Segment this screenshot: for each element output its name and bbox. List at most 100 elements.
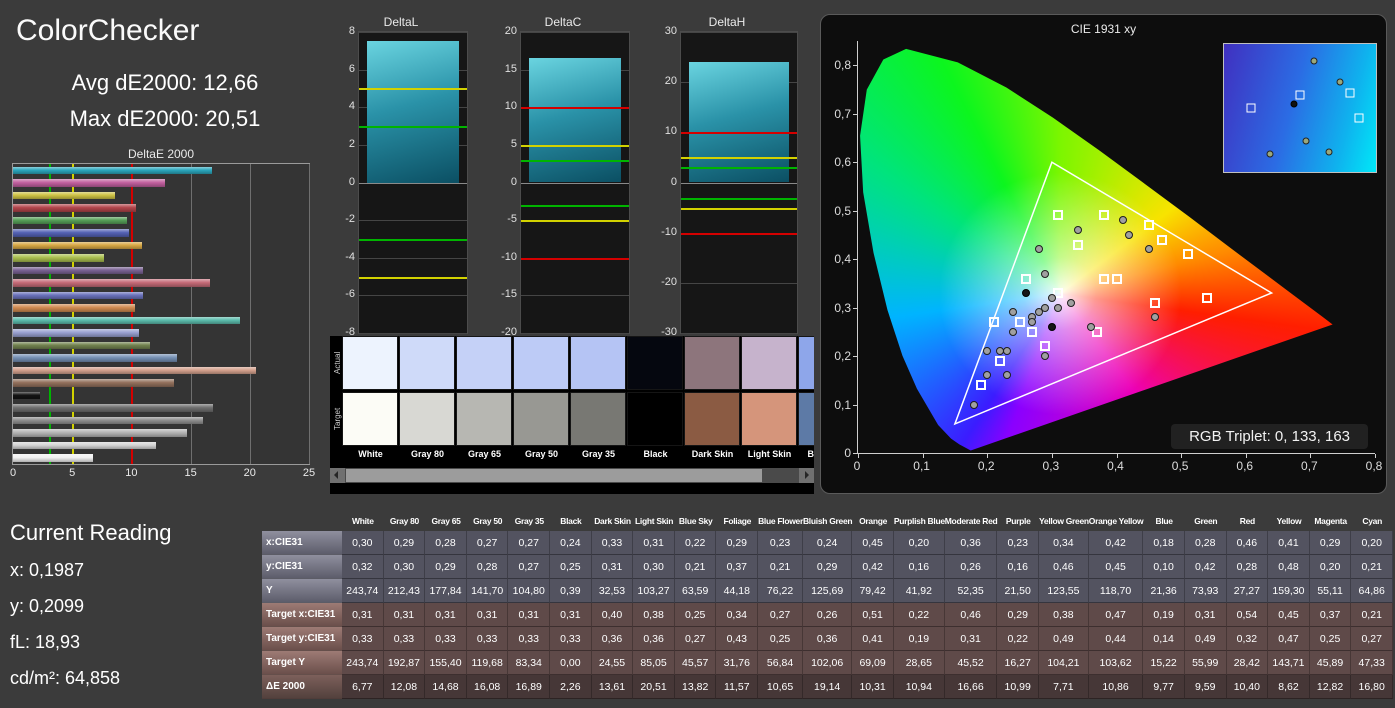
swatch-target-cell[interactable] bbox=[513, 392, 569, 446]
swatch-actual-cell[interactable] bbox=[513, 336, 569, 390]
cie-y-tick-label: 0,7 bbox=[834, 106, 851, 121]
reference-line bbox=[359, 276, 467, 279]
table-cell: 12,08 bbox=[383, 675, 426, 699]
tick-mark bbox=[853, 113, 857, 115]
table-cell: 0,27 bbox=[758, 603, 803, 627]
cie-y-tick-label: 0,1 bbox=[834, 397, 851, 412]
swatch-target-cell[interactable] bbox=[456, 392, 512, 446]
gridline bbox=[359, 32, 467, 33]
current-reading-panel: Current Reading x: 0,1987 y: 0,2099 fL: … bbox=[10, 520, 171, 704]
table-cell: 13,61 bbox=[591, 675, 634, 699]
deltah-chart: DeltaH 30 20 10 0 -10 -20 -30 bbox=[652, 14, 802, 338]
gridline bbox=[521, 333, 629, 334]
deltae2000-title: DeltaE 2000 bbox=[127, 147, 195, 161]
swatch-target-cell[interactable] bbox=[342, 392, 398, 446]
table-cell: 0,29 bbox=[716, 531, 759, 555]
swatch-target-cell[interactable] bbox=[399, 392, 455, 446]
reference-line bbox=[681, 132, 797, 135]
table-cell: 0,33 bbox=[342, 627, 384, 651]
table-header-cell: Blue bbox=[1155, 516, 1174, 526]
table-cell: 0,33 bbox=[425, 627, 467, 651]
cie-y-tick-label: 0,4 bbox=[834, 252, 851, 267]
table-cell: 192,87 bbox=[383, 651, 426, 675]
scroll-thumb[interactable] bbox=[346, 469, 762, 482]
table-cell: 10,94 bbox=[893, 675, 945, 699]
swatch-target-cell[interactable] bbox=[741, 392, 797, 446]
deltae-bar bbox=[13, 341, 150, 349]
swatch-actual-cell[interactable] bbox=[627, 336, 683, 390]
deltae-bar bbox=[13, 391, 40, 399]
scroll-right-arrow-icon[interactable] bbox=[799, 468, 814, 483]
colorchecker-window: ColorChecker Avg dE2000: 12,66 Max dE200… bbox=[0, 0, 1395, 708]
cie-target-marker bbox=[988, 317, 999, 328]
table-cell: 0,46 bbox=[944, 603, 998, 627]
swatch-target-cell[interactable] bbox=[570, 392, 626, 446]
table-header-cell: Purple bbox=[1005, 516, 1031, 526]
table-cell: 11,57 bbox=[716, 675, 759, 699]
table-cell: 0,20 bbox=[1351, 531, 1393, 555]
scroll-left-arrow-icon[interactable] bbox=[330, 468, 345, 483]
table-cell: 16,08 bbox=[466, 675, 509, 699]
swatch-target-cell[interactable] bbox=[627, 392, 683, 446]
table-cell: 73,93 bbox=[1184, 579, 1227, 603]
table-cell: 27,27 bbox=[1226, 579, 1269, 603]
reading-cdm2: cd/m²: 64,858 bbox=[10, 668, 121, 688]
swatch-name-label: Gray 50 bbox=[524, 449, 559, 459]
cie-x-tick-label: 0,7 bbox=[1301, 459, 1318, 473]
reference-line bbox=[681, 232, 797, 235]
reference-line bbox=[521, 220, 629, 223]
table-cell: 0,28 bbox=[425, 531, 467, 555]
y-tick-label: -20 bbox=[661, 275, 677, 288]
cie-y-tick-label: 0,3 bbox=[834, 300, 851, 315]
swatch-actual-cell[interactable] bbox=[798, 336, 814, 390]
swatch-actual-cell[interactable] bbox=[684, 336, 740, 390]
y-tick-label: 20 bbox=[664, 75, 677, 88]
swatch-actual-cell[interactable] bbox=[456, 336, 512, 390]
table-cell: 104,21 bbox=[1039, 651, 1089, 675]
tick-mark bbox=[853, 356, 857, 358]
reference-line bbox=[681, 207, 797, 210]
swatch-target-cell[interactable] bbox=[798, 392, 814, 446]
table-cell: 10,65 bbox=[758, 675, 803, 699]
table-header-cell: Green bbox=[1194, 516, 1218, 526]
cie-x-tick-label: 0,1 bbox=[913, 459, 930, 473]
table-cell: 32,53 bbox=[591, 579, 634, 603]
table-cell: 0,33 bbox=[550, 627, 592, 651]
swatch-scrollbar[interactable] bbox=[330, 468, 814, 483]
table-cell: 10,86 bbox=[1088, 675, 1144, 699]
table-cell: 0,25 bbox=[674, 603, 717, 627]
table-cell: 0,27 bbox=[466, 531, 509, 555]
table-header-cell: Orange Yellow bbox=[1088, 516, 1144, 526]
cie-y-tick-label: 0,2 bbox=[834, 349, 851, 364]
swatch-actual-cell[interactable] bbox=[342, 336, 398, 390]
swatch-name-row: White Gray 80 Gray 65 Gray 50 Gray 35 Black Da… bbox=[342, 449, 814, 463]
table-cell: 0,31 bbox=[1184, 603, 1227, 627]
table-cell: 0,21 bbox=[674, 555, 717, 579]
swatch-actual-cell[interactable] bbox=[570, 336, 626, 390]
gridline bbox=[359, 220, 467, 222]
table-cell: 0,36 bbox=[591, 627, 634, 651]
reading-fl: fL: 18,93 bbox=[10, 632, 81, 652]
deltah-plot-area bbox=[680, 31, 798, 334]
swatch-actual-cell[interactable] bbox=[741, 336, 797, 390]
table-cell: 0,37 bbox=[1309, 603, 1352, 627]
swatch-actual-cell[interactable] bbox=[399, 336, 455, 390]
table-cell: 243,74 bbox=[342, 651, 384, 675]
table-cell: 0,45 bbox=[1088, 555, 1144, 579]
table-cell: 24,55 bbox=[591, 651, 634, 675]
table-cell: 212,43 bbox=[383, 579, 426, 603]
deltah-y-axis: 30 20 10 0 -10 -20 -30 bbox=[652, 14, 680, 338]
tick-mark bbox=[1116, 454, 1118, 458]
cie-measured-marker bbox=[1009, 308, 1018, 317]
y-tick-label: -5 bbox=[507, 213, 517, 226]
gridline bbox=[681, 282, 797, 284]
table-header-cell: Purplish Blue bbox=[893, 516, 945, 526]
table-cell: 0,33 bbox=[508, 627, 551, 651]
deltae2000-plot-area bbox=[12, 163, 310, 465]
inset-circle-marker bbox=[1325, 148, 1333, 156]
inset-circle-marker bbox=[1336, 78, 1344, 86]
inset-square-marker bbox=[1345, 88, 1355, 98]
table-header-cell: Moderate Red bbox=[944, 516, 998, 526]
swatch-target-cell[interactable] bbox=[684, 392, 740, 446]
inset-circle-marker bbox=[1310, 57, 1318, 65]
